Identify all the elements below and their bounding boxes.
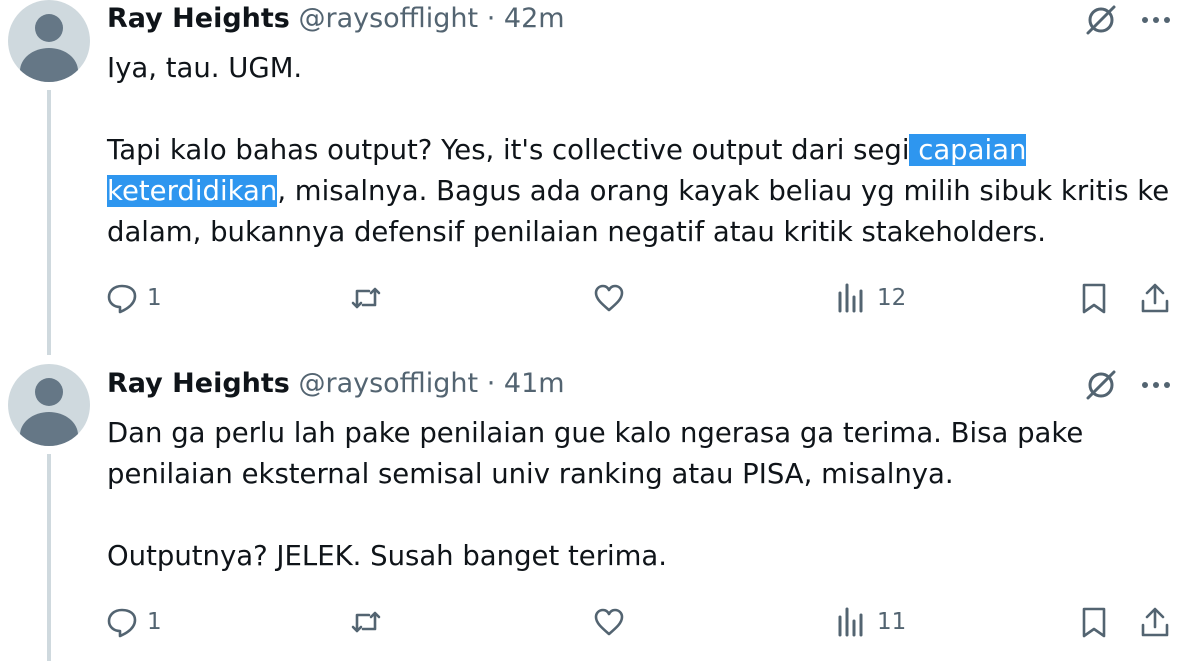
grok-icon[interactable] <box>1083 367 1119 403</box>
share-icon <box>1141 607 1169 637</box>
avatar[interactable] <box>8 364 90 446</box>
author-name[interactable]: Ray Heights <box>107 368 290 399</box>
retweet-button[interactable] <box>349 278 383 318</box>
avatar[interactable] <box>8 0 90 82</box>
retweet-button[interactable] <box>349 602 383 642</box>
views-icon <box>838 607 863 637</box>
bookmark-button[interactable] <box>1077 278 1111 318</box>
tweet-1[interactable]: Ray Heights @raysofflight · 42m Iya, tau… <box>0 0 1200 355</box>
author-handle[interactable]: @raysofflight <box>298 368 478 399</box>
views-button[interactable]: 11 <box>835 602 906 642</box>
tweet-text: Dan ga perlu lah pake penilaian gue kalo… <box>107 413 1107 577</box>
separator-dot: · <box>486 368 496 399</box>
views-button[interactable]: 12 <box>835 278 906 318</box>
author-handle[interactable]: @raysofflight <box>298 3 478 34</box>
share-button[interactable] <box>1138 278 1172 318</box>
more-icon[interactable] <box>1138 367 1174 403</box>
tweet-2[interactable]: Ray Heights @raysofflight · 41m Dan ga p… <box>0 364 1200 661</box>
share-icon <box>1141 283 1169 313</box>
retweet-icon <box>351 611 381 633</box>
grok-icon[interactable] <box>1083 2 1119 38</box>
tweet-text: Iya, tau. UGM. Tapi kalo bahas output? Y… <box>107 48 1187 253</box>
selected-text: keterdidikan <box>107 175 278 207</box>
view-count: 11 <box>877 609 907 635</box>
more-icon[interactable] <box>1138 2 1174 38</box>
tweet-header: Ray Heights @raysofflight · 42m <box>107 1 565 37</box>
bookmark-icon <box>1082 607 1106 638</box>
views-icon <box>838 283 863 313</box>
text-segment: Tapi kalo bahas output? Yes, it's collec… <box>107 134 910 166</box>
timestamp[interactable]: 41m <box>504 368 565 399</box>
action-bar: 1 11 <box>0 602 1200 642</box>
like-button[interactable] <box>592 602 626 642</box>
tweet-paragraph: Outputnya? JELEK. Susah banget terima. <box>107 540 668 572</box>
retweet-icon <box>351 287 381 309</box>
reply-count: 1 <box>147 609 162 635</box>
view-count: 12 <box>877 285 907 311</box>
reply-icon <box>107 284 137 314</box>
reply-button[interactable]: 1 <box>105 602 162 642</box>
bookmark-button[interactable] <box>1077 602 1111 642</box>
separator-dot: · <box>486 3 496 34</box>
like-icon <box>594 608 624 636</box>
reply-icon <box>107 608 137 638</box>
like-button[interactable] <box>592 278 626 318</box>
action-bar: 1 12 <box>0 278 1200 318</box>
tweet-paragraph: Tapi kalo bahas output? Yes, it's collec… <box>107 130 1187 253</box>
like-icon <box>594 284 624 312</box>
reply-button[interactable]: 1 <box>105 278 162 318</box>
tweet-header: Ray Heights @raysofflight · 41m <box>107 366 565 402</box>
selected-text: capaian <box>909 134 1027 166</box>
tweet-paragraph: Iya, tau. UGM. <box>107 52 303 84</box>
timestamp[interactable]: 42m <box>504 3 565 34</box>
tweet-paragraph: Dan ga perlu lah pake penilaian gue kalo… <box>107 417 1084 490</box>
share-button[interactable] <box>1138 602 1172 642</box>
bookmark-icon <box>1082 283 1106 314</box>
author-name[interactable]: Ray Heights <box>107 3 290 34</box>
reply-count: 1 <box>147 285 162 311</box>
